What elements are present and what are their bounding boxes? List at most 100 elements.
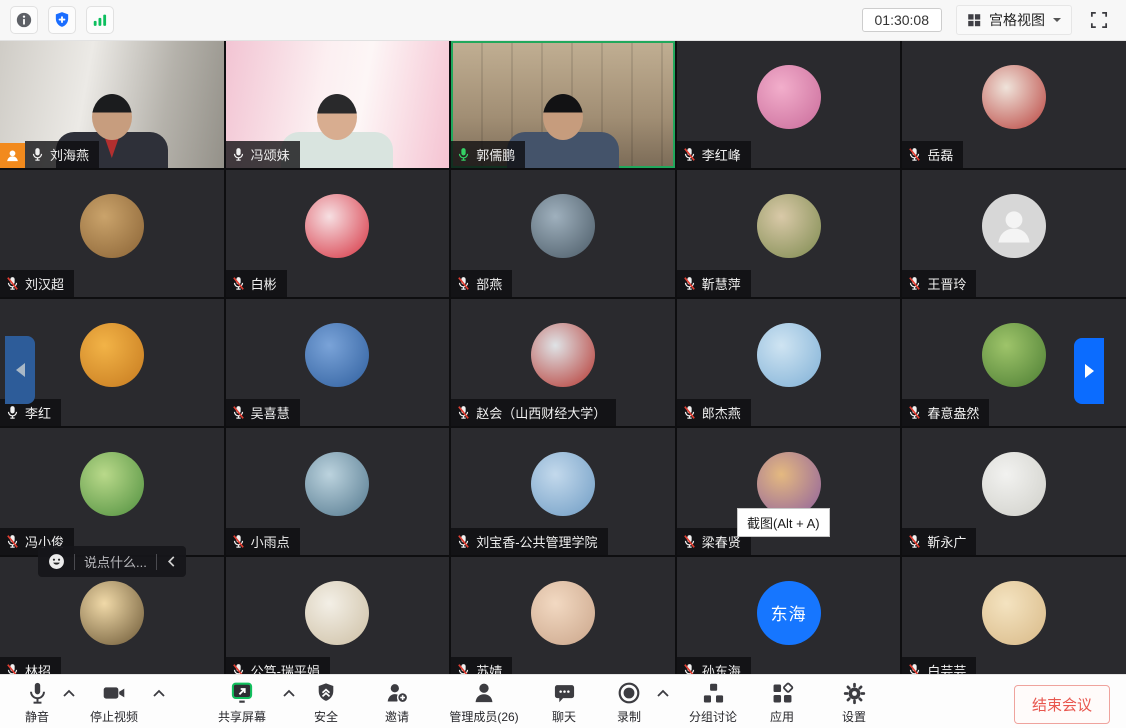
toolbar-record-chevron-icon[interactable] xyxy=(654,680,672,706)
mic-status-icon xyxy=(231,147,246,162)
participant-name: 刘汉超 xyxy=(25,274,64,293)
participant-tile[interactable]: 部燕 xyxy=(451,170,675,297)
participant-tile[interactable]: 吴喜慧 xyxy=(226,299,450,426)
participant-tile[interactable]: 李红峰 xyxy=(677,41,901,168)
participant-avatar xyxy=(982,65,1046,129)
participant-avatar xyxy=(305,581,369,645)
meeting-timer: 01:30:08 xyxy=(862,8,943,32)
view-mode-button[interactable]: 宫格视图 xyxy=(956,5,1072,35)
participant-tile[interactable]: 小雨点 xyxy=(226,428,450,555)
participant-avatar xyxy=(80,452,144,516)
participant-name: 靳慧萍 xyxy=(702,274,741,293)
end-meeting-button[interactable]: 结束会议 xyxy=(1014,685,1110,724)
toolbar-share-screen-button[interactable]: 共享屏幕 xyxy=(204,680,280,725)
participant-tile[interactable]: 郭儒鹏 xyxy=(451,41,675,168)
participant-avatar xyxy=(982,323,1046,387)
participant-name-badge: 王晋玲 xyxy=(902,270,976,297)
toolbar-chat-button[interactable]: 聊天 xyxy=(536,680,592,725)
toolbar-settings-label: 设置 xyxy=(842,708,866,725)
participant-name-badge: 岳磊 xyxy=(902,141,963,168)
participant-tile[interactable]: 靳慧萍 xyxy=(677,170,901,297)
toolbar-breakout-button[interactable]: 分组讨论 xyxy=(672,680,754,725)
participant-name: 刘海燕 xyxy=(50,145,89,164)
participant-tile[interactable]: 王晋玲 xyxy=(902,170,1126,297)
members-icon xyxy=(471,680,497,706)
toolbar-stop-video-button[interactable]: 停止视频 xyxy=(78,680,150,725)
participant-tile[interactable]: 刘海燕 xyxy=(0,41,224,168)
participant-name-badge: 赵会（山西财经大学） xyxy=(451,399,616,426)
participant-tile[interactable]: 刘宝香-公共管理学院 xyxy=(451,428,675,555)
participant-tile[interactable]: 岳磊 xyxy=(902,41,1126,168)
mic-status-icon xyxy=(456,276,471,291)
toolbar-manage-members-label: 管理成员(26) xyxy=(449,708,518,725)
mic-status-icon xyxy=(231,405,246,420)
participant-tile[interactable]: 郎杰燕 xyxy=(677,299,901,426)
participant-tile[interactable]: 刘汉超 xyxy=(0,170,224,297)
toolbar-share-screen-label: 共享屏幕 xyxy=(218,708,266,725)
fullscreen-icon[interactable] xyxy=(1086,7,1112,33)
mic-status-icon xyxy=(682,534,697,549)
chat-input[interactable]: 说点什么... xyxy=(84,552,147,571)
toolbar-record-label: 录制 xyxy=(617,708,641,725)
record-icon xyxy=(616,680,642,706)
shield-protect-icon[interactable] xyxy=(48,6,76,34)
participant-name-badge: 吴喜慧 xyxy=(226,399,300,426)
participant-name-badge: 郭儒鹏 xyxy=(451,141,525,168)
next-page-arrow[interactable] xyxy=(1074,338,1104,404)
toolbar-record-button[interactable]: 录制 xyxy=(604,680,654,725)
participant-name: 白彬 xyxy=(251,274,277,293)
toolbar-mute-button[interactable]: 静音 xyxy=(14,680,60,725)
participant-tile[interactable]: 冯小俊 xyxy=(0,428,224,555)
participant-avatar xyxy=(982,581,1046,645)
host-badge-icon xyxy=(0,143,25,168)
mic-status-icon xyxy=(5,405,20,420)
mic-status-icon xyxy=(907,405,922,420)
participant-name: 李红 xyxy=(25,403,51,422)
toolbar-security-button[interactable]: 安全 xyxy=(298,680,354,725)
divider xyxy=(156,554,157,570)
bottom-toolbar: 静音 停止视频 共享屏幕 安全 邀请 管理成员(26) 聊天 录制 分组讨论 xyxy=(0,674,1126,728)
participant-avatar xyxy=(531,323,595,387)
screenshot-tooltip: 截图(Alt + A) xyxy=(737,508,830,537)
participant-name-badge: 郎杰燕 xyxy=(677,399,751,426)
toolbar-apps-button[interactable]: 应用 xyxy=(754,680,810,725)
gear-icon xyxy=(842,680,867,706)
network-signal-icon[interactable] xyxy=(86,6,114,34)
meeting-window: 01:30:08 宫格视图 刘海燕 冯颂妹 郭儒鹏 李红峰 xyxy=(0,0,1126,728)
mic-status-icon xyxy=(5,276,20,291)
participant-tile[interactable]: 靳永广 xyxy=(902,428,1126,555)
toolbar-settings-button[interactable]: 设置 xyxy=(826,680,882,725)
toolbar-manage-members-button[interactable]: 管理成员(26) xyxy=(432,680,536,725)
toolbar-share-screen-chevron-icon[interactable] xyxy=(280,680,298,706)
participant-tile[interactable]: 赵会（山西财经大学） xyxy=(451,299,675,426)
grid-view-icon xyxy=(966,12,982,28)
toolbar-stop-video-chevron-icon[interactable] xyxy=(150,680,168,706)
emoji-smile-icon[interactable] xyxy=(48,553,65,570)
breakout-rooms-icon xyxy=(701,680,726,706)
previous-page-arrow[interactable] xyxy=(5,336,35,404)
collapse-chat-icon[interactable] xyxy=(166,555,176,568)
participant-avatar xyxy=(757,194,821,258)
mic-status-icon xyxy=(456,534,471,549)
participant-avatar xyxy=(531,194,595,258)
participant-tile[interactable]: 白彬 xyxy=(226,170,450,297)
participant-name-badge: 刘海燕 xyxy=(25,141,99,168)
participant-tile[interactable]: 冯颂妹 xyxy=(226,41,450,168)
mic-status-icon xyxy=(682,276,697,291)
participant-tile[interactable]: 苏婧 xyxy=(451,557,675,684)
participant-tile[interactable]: 东海 孙东海 xyxy=(677,557,901,684)
meeting-info-icon[interactable] xyxy=(10,6,38,34)
participant-tile[interactable]: 白芸芸 xyxy=(902,557,1126,684)
toolbar-invite-button[interactable]: 邀请 xyxy=(362,680,432,725)
participant-name-badge: 靳永广 xyxy=(902,528,976,555)
mic-status-icon xyxy=(231,276,246,291)
toolbar-mute-chevron-icon[interactable] xyxy=(60,680,78,706)
participant-name-badge: 春意盎然 xyxy=(902,399,989,426)
participant-name-badge: 部燕 xyxy=(451,270,512,297)
participant-name: 靳永广 xyxy=(927,532,966,551)
mic-status-icon xyxy=(231,534,246,549)
participant-grid: 刘海燕 冯颂妹 郭儒鹏 李红峰 岳磊 刘汉超 白彬 部燕 xyxy=(0,41,1126,684)
participant-tile[interactable]: 公笃-瑞平娟 xyxy=(226,557,450,684)
participant-name: 郭儒鹏 xyxy=(476,145,515,164)
participant-avatar xyxy=(757,323,821,387)
